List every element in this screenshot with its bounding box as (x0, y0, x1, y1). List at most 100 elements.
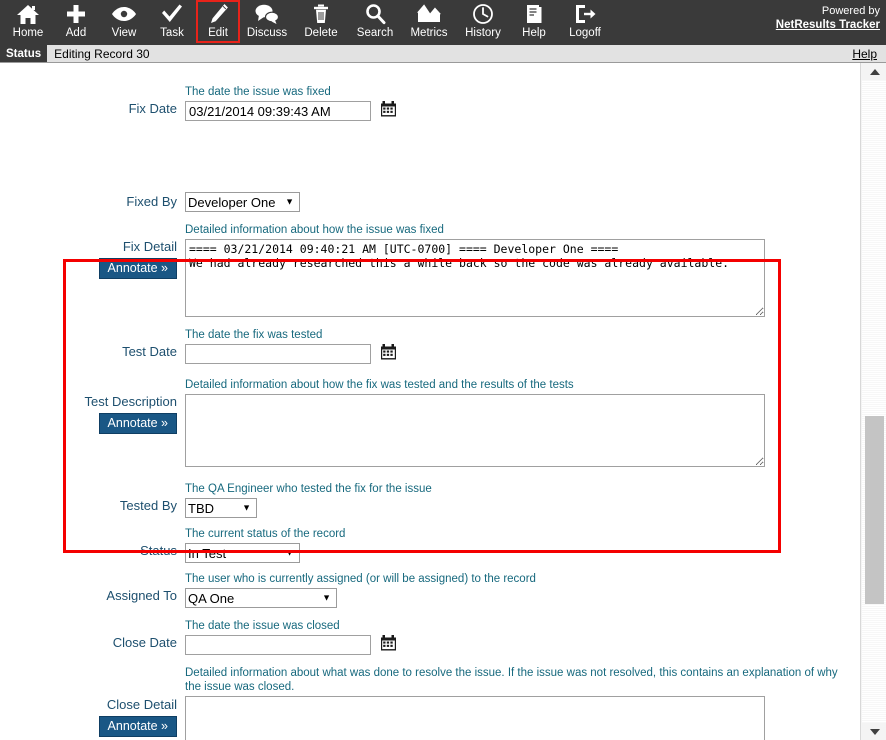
field-hint-status: The current status of the record (185, 528, 346, 540)
fix-detail-textarea[interactable]: ==== 03/21/2014 09:40:21 AM [UTC-0700] =… (185, 239, 765, 317)
toolbar-label: Add (65, 27, 87, 39)
field-row-test-description: Test Description Annotate » Detailed inf… (0, 378, 860, 472)
plus-icon (64, 2, 88, 26)
toolbar-button-logoff[interactable]: Logoff (558, 0, 612, 43)
eye-icon (111, 2, 137, 26)
field-hint-assigned-to: The user who is currently assigned (or w… (185, 573, 536, 585)
field-row-close-detail: Close Detail Annotate » Detailed informa… (0, 666, 860, 740)
exit-icon (573, 2, 597, 26)
chart-icon (416, 2, 442, 26)
field-hint-test-description: Detailed information about how the fix w… (185, 379, 574, 391)
toolbar-button-search[interactable]: Search (348, 0, 402, 43)
chat-icon (254, 2, 280, 26)
test-date-input[interactable] (185, 344, 371, 364)
brand-link[interactable]: NetResults Tracker (776, 19, 880, 31)
field-hint-close-detail: Detailed information about what was done… (185, 667, 838, 693)
field-row-assigned-to: Assigned To The user who is currently as… (0, 572, 860, 608)
toolbar-label: Delete (304, 27, 338, 39)
toolbar-button-history[interactable]: History (456, 0, 510, 43)
field-row-status: Status The current status of the record … (0, 527, 860, 563)
field-label-fix-date: Fix Date (128, 101, 177, 116)
field-label-status: Status (140, 543, 177, 558)
toolbar-label: View (111, 27, 137, 39)
field-row-tested-by: Tested By The QA Engineer who tested the… (0, 482, 860, 518)
scroll-thumb[interactable] (865, 416, 884, 604)
toolbar-label: Search (356, 27, 394, 39)
field-label-fixed-by: Fixed By (126, 194, 177, 209)
toolbar-label: Metrics (410, 27, 448, 39)
toolbar-label: Discuss (246, 27, 288, 39)
document-icon (523, 2, 545, 26)
annotate-button-close-detail[interactable]: Annotate » (98, 716, 177, 737)
trash-icon (310, 2, 332, 26)
toolbar-button-discuss[interactable]: Discuss (240, 0, 294, 43)
record-form-area: Fix Date The date the issue was fixed 03… (0, 63, 886, 740)
clock-icon (472, 2, 494, 26)
field-label-tested-by: Tested By (119, 498, 177, 513)
status-badge: Status (0, 45, 48, 62)
toolbar-button-task[interactable]: Task (148, 0, 196, 43)
field-row-test-date: Test Date The date the fix was tested (0, 328, 860, 364)
scrollbar-track[interactable] (862, 80, 886, 723)
fixed-by-select-wrap: Developer One ▼ (185, 192, 300, 212)
scroll-up-arrow[interactable] (862, 63, 886, 80)
field-label-test-date: Test Date (122, 344, 177, 359)
close-date-input[interactable] (185, 635, 371, 655)
field-row-fix-date: Fix Date The date the issue was fixed (0, 85, 860, 121)
toolbar-button-delete[interactable]: Delete (294, 0, 348, 43)
test-description-textarea[interactable] (185, 394, 765, 467)
field-label-assigned-to: Assigned To (106, 588, 177, 603)
close-detail-textarea[interactable] (185, 696, 765, 740)
calendar-icon[interactable] (381, 344, 397, 361)
status-bar: Status Editing Record 30 Help (0, 45, 886, 63)
toolbar-label: History (465, 27, 501, 39)
powered-by-text: Powered by (821, 5, 880, 17)
pencil-icon (207, 2, 229, 26)
calendar-icon[interactable] (381, 101, 397, 118)
status-select-wrap: In Test ▼ (185, 543, 300, 563)
record-form: Fix Date The date the issue was fixed 03… (0, 63, 860, 740)
home-icon (16, 2, 40, 26)
field-label-fix-detail: Fix Detail (122, 239, 177, 254)
field-hint-test-date: The date the fix was tested (185, 329, 323, 341)
toolbar-button-help[interactable]: Help (510, 0, 558, 43)
main-toolbar: Home Add View Task Edit Discuss Delete S… (0, 0, 886, 45)
toolbar-button-add[interactable]: Add (52, 0, 100, 43)
toolbar-label: Help (522, 27, 546, 39)
field-hint-close-date: The date the issue was closed (185, 620, 340, 632)
vertical-scrollbar[interactable] (860, 63, 886, 740)
assigned-to-select-wrap: QA One ▼ (185, 588, 337, 608)
field-label-test-description: Test Description (84, 394, 177, 409)
fixed-by-select[interactable]: Developer One (185, 192, 300, 212)
status-help: Help (852, 45, 886, 62)
check-icon (160, 2, 184, 26)
toolbar-button-home[interactable]: Home (4, 0, 52, 43)
assigned-to-select[interactable]: QA One (185, 588, 337, 608)
field-row-close-date: Close Date The date the issue was closed (0, 619, 860, 655)
toolbar-label: Task (160, 27, 184, 39)
status-message: Editing Record 30 (54, 46, 150, 61)
calendar-icon[interactable] (381, 635, 397, 652)
field-label-close-date: Close Date (112, 635, 177, 650)
toolbar-label: Logoff (569, 27, 601, 39)
annotate-button-test-description[interactable]: Annotate » (98, 413, 177, 434)
toolbar-button-metrics[interactable]: Metrics (402, 0, 456, 43)
field-hint-tested-by: The QA Engineer who tested the fix for t… (185, 483, 432, 495)
field-hint-fix-date: The date the issue was fixed (185, 86, 331, 98)
status-select[interactable]: In Test (185, 543, 300, 563)
powered-by-block: Powered by NetResults Tracker (776, 4, 880, 32)
toolbar-button-edit[interactable]: Edit (196, 0, 240, 43)
tested-by-select[interactable]: TBD (185, 498, 257, 518)
field-row-fixed-by: Fixed By Developer One ▼ (0, 192, 860, 212)
field-hint-fix-detail: Detailed information about how the issue… (185, 224, 444, 236)
fix-date-input[interactable] (185, 101, 371, 121)
toolbar-label: Home (12, 27, 44, 39)
help-link[interactable]: Help (852, 47, 877, 61)
tested-by-select-wrap: TBD ▼ (185, 498, 257, 518)
field-label-close-detail: Close Detail (106, 697, 177, 712)
annotate-button-fix-detail[interactable]: Annotate » (98, 258, 177, 279)
magnifier-icon (364, 2, 386, 26)
scroll-down-arrow[interactable] (862, 723, 886, 740)
application-window: Home Add View Task Edit Discuss Delete S… (0, 0, 886, 740)
toolbar-button-view[interactable]: View (100, 0, 148, 43)
